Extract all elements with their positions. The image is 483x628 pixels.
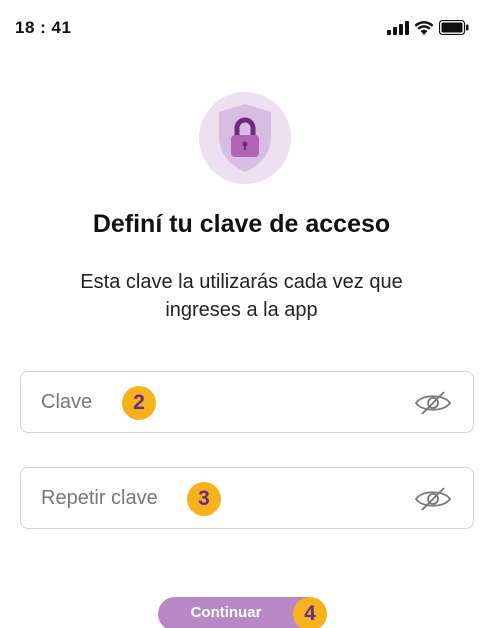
step-badge-4: 4 (293, 597, 327, 628)
signal-icon (387, 20, 409, 35)
repeat-password-input[interactable] (41, 468, 401, 528)
eye-off-icon[interactable] (413, 485, 453, 513)
page-title: Definí tu clave de acceso (92, 210, 391, 238)
continue-button-label: Continuar (190, 604, 262, 621)
shield-lock-icon (199, 92, 291, 184)
password-input[interactable] (41, 372, 401, 432)
step-badge-2: 2 (122, 386, 156, 420)
battery-icon (439, 20, 469, 35)
password-field[interactable] (20, 371, 474, 433)
status-time: 18 : 41 (15, 18, 72, 37)
page-subtitle: Esta clave la utilizarás cada vez que in… (80, 271, 403, 321)
step-badge-3: 3 (187, 482, 221, 516)
eye-off-icon[interactable] (413, 389, 453, 417)
status-bar: 18 : 41 (0, 0, 483, 52)
wifi-icon (414, 21, 434, 35)
status-icons (387, 20, 469, 35)
repeat-password-field[interactable] (20, 467, 474, 529)
